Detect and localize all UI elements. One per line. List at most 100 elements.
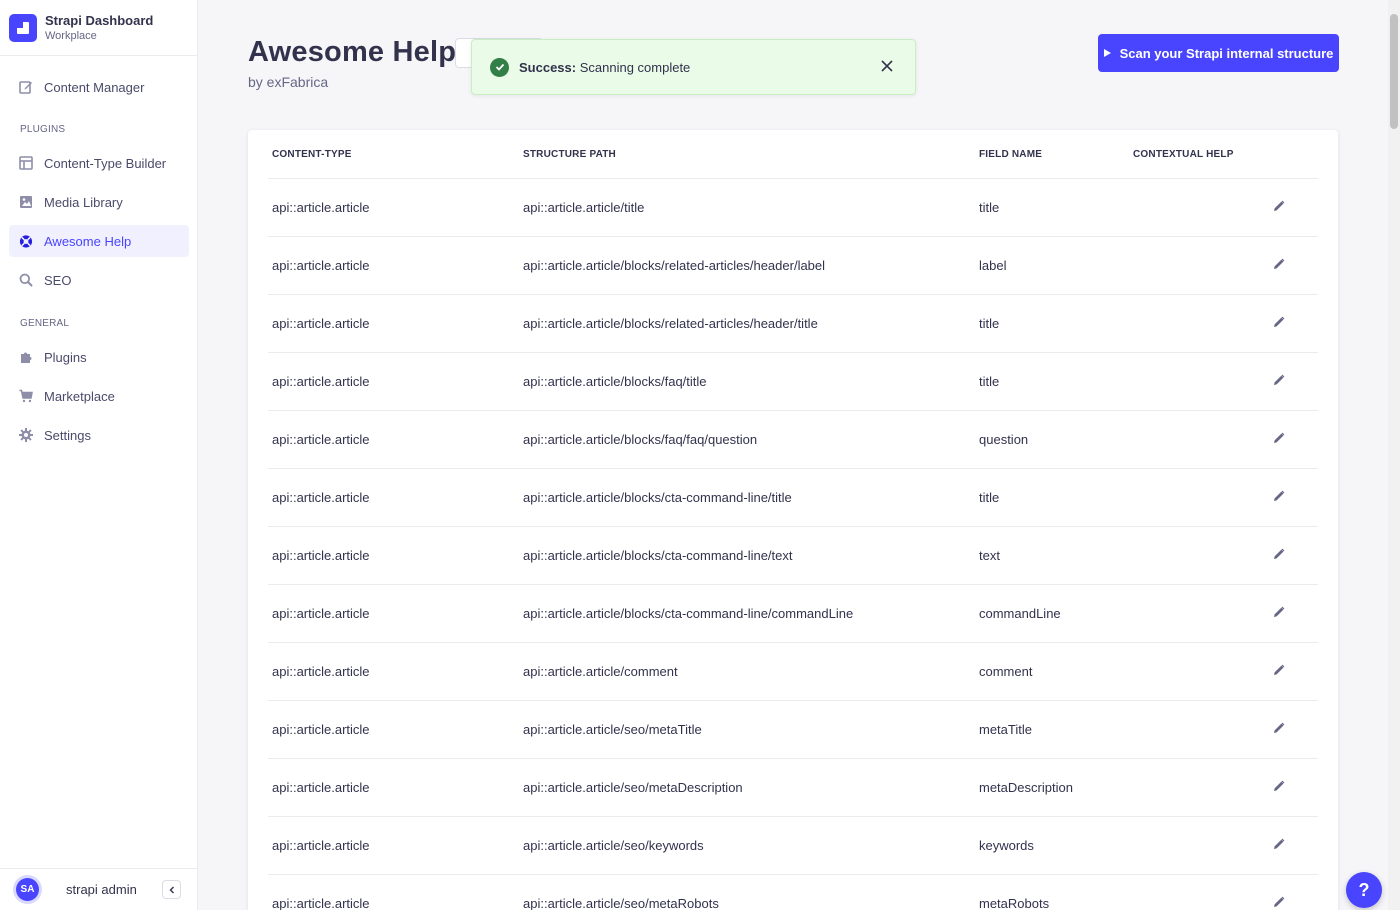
edit-row-button[interactable] bbox=[1271, 548, 1287, 564]
pencil-icon bbox=[1273, 663, 1285, 681]
cell-field-name: title bbox=[979, 374, 999, 389]
pencil-icon bbox=[1273, 605, 1285, 623]
edit-row-button[interactable] bbox=[1271, 258, 1287, 274]
layout-icon bbox=[19, 156, 33, 170]
edit-row-button[interactable] bbox=[1271, 606, 1287, 622]
edit-row-button[interactable] bbox=[1271, 316, 1287, 332]
edit-row-button[interactable] bbox=[1271, 490, 1287, 506]
sidebar-item-settings[interactable]: Settings bbox=[9, 419, 189, 451]
scrollbar-thumb[interactable] bbox=[1390, 14, 1398, 129]
chevron-left-icon bbox=[168, 886, 176, 894]
cell-content-type: api::article.article bbox=[272, 838, 370, 853]
cell-structure-path: api::article.article/seo/keywords bbox=[523, 838, 704, 853]
cell-field-name: metaRobots bbox=[979, 896, 1049, 910]
cell-field-name: title bbox=[979, 316, 999, 331]
pencil-icon bbox=[1273, 837, 1285, 855]
sidebar-item-content-type-builder[interactable]: Content-Type Builder bbox=[9, 147, 189, 179]
table-row: api::article.article api::article.article… bbox=[268, 701, 1318, 759]
scan-structure-button[interactable]: Scan your Strapi internal structure bbox=[1098, 34, 1339, 72]
table-row: api::article.articleapi::article.article… bbox=[268, 875, 1318, 910]
cell-content-type: api::article.article bbox=[272, 432, 370, 447]
cell-field-name: metaTitle bbox=[979, 722, 1032, 737]
edit-row-button[interactable] bbox=[1271, 432, 1287, 448]
pencil-icon bbox=[1273, 199, 1285, 217]
general-section-label: GENERAL bbox=[20, 318, 69, 329]
edit-row-button[interactable] bbox=[1271, 896, 1287, 910]
table-row: api::article.article api::article.article… bbox=[268, 411, 1318, 469]
cell-content-type: api::article.article bbox=[272, 722, 370, 737]
table-header: CONTENT-TYPE STRUCTURE PATH FIELD NAME C… bbox=[268, 130, 1318, 179]
table-row: api::article.articleapi::article.article… bbox=[268, 643, 1318, 701]
sidebar-item-content-manager[interactable]: Content Manager bbox=[9, 71, 189, 103]
table-row: api::article.article api::article.article… bbox=[268, 353, 1318, 411]
cell-content-type: api::article.article bbox=[272, 780, 370, 795]
cell-content-type: api::article.article bbox=[272, 258, 370, 273]
edit-row-button[interactable] bbox=[1271, 722, 1287, 738]
edit-row-button[interactable] bbox=[1271, 780, 1287, 796]
cell-field-name: metaDescription bbox=[979, 780, 1073, 795]
user-name[interactable]: strapi admin bbox=[66, 882, 137, 897]
table-row: api::article.article api::article.article… bbox=[268, 817, 1318, 875]
cell-structure-path: api::article.article/blocks/faq/title bbox=[523, 374, 707, 389]
sidebar-item-media-library[interactable]: Media Library bbox=[9, 186, 189, 218]
avatar[interactable]: SA bbox=[16, 878, 39, 901]
close-icon bbox=[881, 60, 893, 72]
play-icon bbox=[1104, 49, 1111, 57]
cell-content-type: api::article.article bbox=[272, 664, 370, 679]
edit-row-button[interactable] bbox=[1271, 374, 1287, 390]
column-header-structure-path: STRUCTURE PATH bbox=[523, 149, 616, 160]
help-button[interactable]: ? bbox=[1346, 872, 1382, 908]
sidebar-item-seo[interactable]: SEO bbox=[9, 264, 189, 296]
sidebar-footer: SA strapi admin bbox=[0, 868, 198, 910]
cell-structure-path: api::article.article/blocks/cta-command-… bbox=[523, 606, 853, 621]
cell-structure-path: api::article.article/blocks/related-arti… bbox=[523, 258, 825, 273]
edit-row-button[interactable] bbox=[1271, 200, 1287, 216]
sidebar-item-awesome-help[interactable]: Awesome Help bbox=[9, 225, 189, 257]
plugins-section-label: PLUGINS bbox=[20, 124, 65, 135]
scan-button-label: Scan your Strapi internal structure bbox=[1120, 46, 1334, 61]
sidebar-item-marketplace[interactable]: Marketplace bbox=[9, 380, 189, 412]
help-table: CONTENT-TYPE STRUCTURE PATH FIELD NAME C… bbox=[248, 130, 1338, 910]
cell-structure-path: api::article.article/title bbox=[523, 200, 644, 215]
pencil-square-icon bbox=[19, 80, 33, 94]
edit-row-button[interactable] bbox=[1271, 838, 1287, 854]
lifebuoy-icon bbox=[19, 234, 33, 248]
cell-structure-path: api::article.article/blocks/faq/faq/ques… bbox=[523, 432, 757, 447]
pencil-icon bbox=[1273, 895, 1285, 910]
page-scrollbar[interactable] bbox=[1388, 0, 1400, 910]
cell-structure-path: api::article.article/seo/metaRobots bbox=[523, 896, 719, 910]
table-row: api::article.article api::article.article… bbox=[268, 585, 1318, 643]
brand-header: Strapi Dashboard Workplace bbox=[0, 0, 197, 56]
page-title: Awesome Help bbox=[248, 36, 456, 69]
cell-content-type: api::article.article bbox=[272, 200, 370, 215]
toast-close-button[interactable] bbox=[879, 58, 895, 74]
pencil-icon bbox=[1273, 315, 1285, 333]
cell-content-type: api::article.article bbox=[272, 316, 370, 331]
column-header-contextual-help: CONTEXTUAL HELP bbox=[1133, 149, 1234, 160]
sidebar-item-label: Content Manager bbox=[44, 80, 144, 95]
cart-icon bbox=[19, 389, 33, 403]
pencil-icon bbox=[1273, 431, 1285, 449]
check-circle-icon bbox=[490, 58, 509, 77]
cell-structure-path: api::article.article/seo/metaDescription bbox=[523, 780, 743, 795]
edit-row-button[interactable] bbox=[1271, 664, 1287, 680]
column-header-content-type: CONTENT-TYPE bbox=[272, 149, 352, 160]
cell-field-name: keywords bbox=[979, 838, 1034, 853]
sidebar-item-label: SEO bbox=[44, 273, 71, 288]
collapse-sidebar-button[interactable] bbox=[162, 880, 181, 899]
pencil-icon bbox=[1273, 547, 1285, 565]
cell-structure-path: api::article.article/seo/metaTitle bbox=[523, 722, 702, 737]
cell-field-name: comment bbox=[979, 664, 1032, 679]
puzzle-icon bbox=[19, 350, 33, 364]
cell-content-type: api::article.article bbox=[272, 606, 370, 621]
cell-content-type: api::article.article bbox=[272, 374, 370, 389]
success-toast: Success: Scanning complete bbox=[471, 39, 916, 95]
cell-field-name: question bbox=[979, 432, 1028, 447]
sidebar-item-plugins[interactable]: Plugins bbox=[9, 341, 189, 373]
search-icon bbox=[19, 273, 33, 287]
cell-structure-path: api::article.article/blocks/related-arti… bbox=[523, 316, 818, 331]
column-header-field-name: FIELD NAME bbox=[979, 149, 1042, 160]
cell-structure-path: api::article.article/blocks/cta-command-… bbox=[523, 490, 792, 505]
page-subtitle: by exFabrica bbox=[248, 74, 328, 90]
table-row: api::article.article api::article.article… bbox=[268, 179, 1318, 237]
